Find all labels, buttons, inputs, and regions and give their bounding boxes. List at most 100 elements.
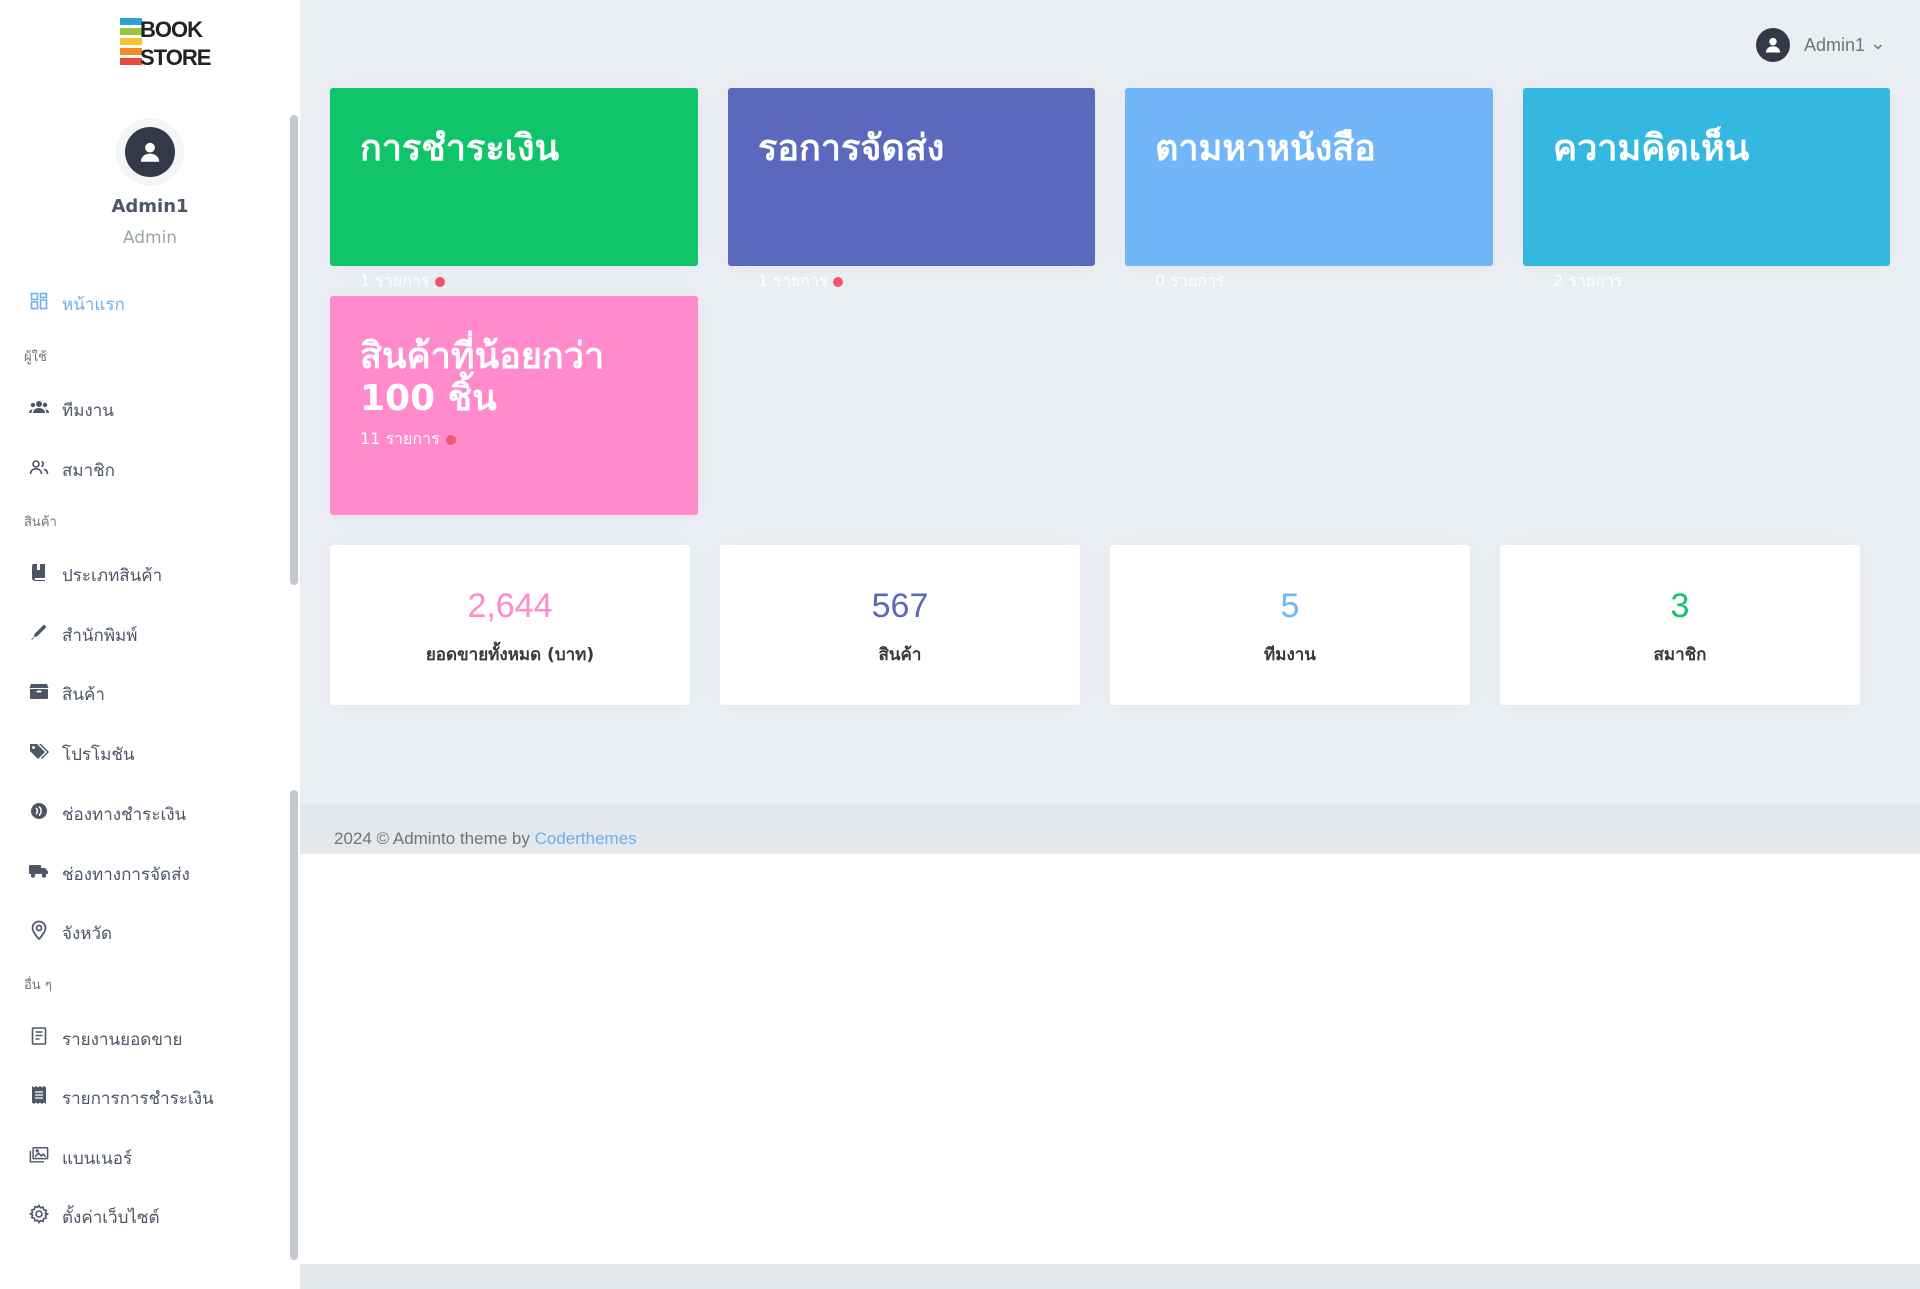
logo-bar	[120, 48, 142, 55]
sidebar-item-promotions[interactable]: โปรโมชัน	[0, 730, 290, 774]
sidebar-item-label: หน้าแรก	[62, 295, 125, 315]
card-count: 11 รายการ	[360, 427, 456, 452]
bottom-strip	[300, 1264, 1920, 1289]
menu-section-title: ผู้ใช้	[24, 350, 47, 365]
sidebar-item-provinces[interactable]: จังหวัด	[0, 909, 290, 953]
card-title: ตามหาหนังสือ	[1155, 128, 1376, 169]
sidebar-item-label: ประเภทสินค้า	[62, 566, 163, 586]
sidebar-scrollbar[interactable]	[290, 790, 298, 1260]
stat-label: สมาชิก	[1653, 645, 1707, 665]
sidebar-item-label: รายงานยอดขาย	[62, 1030, 183, 1050]
sidebar-item-payment-channels[interactable]: ช่องทางชำระเงิน	[0, 790, 290, 834]
stat-value: 567	[871, 587, 929, 625]
notification-dot-icon	[445, 434, 456, 445]
sidebar-item-label: สมาชิก	[62, 461, 115, 481]
images-icon	[29, 1145, 49, 1165]
book-icon	[29, 562, 49, 582]
card-title: ความคิดเห็น	[1553, 128, 1750, 169]
card-count: 1 รายการ	[758, 269, 844, 294]
card-count-text: 1 รายการ	[360, 271, 430, 290]
sidebar-item-label: ช่องทางการจัดส่ง	[62, 865, 190, 885]
map-pin-icon	[29, 920, 49, 940]
logo-bar	[120, 18, 142, 25]
footer-link[interactable]: Coderthemes	[535, 829, 637, 848]
sidebar-item-shipping-channels[interactable]: ช่องทางการจัดส่ง	[0, 850, 290, 894]
members-icon	[29, 457, 49, 477]
sidebar-item-label: ตั้งค่าเว็บไซต์	[62, 1208, 160, 1228]
stat-value: 3	[1670, 587, 1690, 625]
user-name[interactable]: Admin1	[0, 196, 300, 217]
stat-total-sales: 2,644 ยอดขายทั้งหมด (บาท)	[330, 545, 690, 705]
card-payments[interactable]: การชำระเงิน 1 รายการ	[330, 88, 698, 290]
sidebar-item-label: จังหวัด	[62, 924, 113, 944]
topbar-user-menu[interactable]: Admin1	[1756, 28, 1883, 62]
sidebar-item-home[interactable]: หน้าแรก	[0, 280, 290, 324]
sidebar-item-categories[interactable]: ประเภทสินค้า	[0, 551, 290, 595]
user-avatar[interactable]	[116, 118, 184, 186]
sidebar-item-banners[interactable]: แบนเนอร์	[0, 1134, 290, 1178]
card-count-text: 2 รายการ	[1553, 271, 1623, 290]
stat-team: 5 ทีมงาน	[1110, 545, 1470, 705]
sidebar-item-team[interactable]: ทีมงาน	[0, 386, 290, 430]
stat-products: 567 สินค้า	[720, 545, 1080, 705]
footer-text: 2024 © Adminto theme by Coderthemes	[334, 829, 637, 849]
sidebar-item-label: รายการการชำระเงิน	[62, 1089, 214, 1109]
card-title: การชำระเงิน	[360, 128, 560, 169]
stat-label: ทีมงาน	[1264, 645, 1316, 665]
menu-section-title: อื่น ๆ	[24, 978, 52, 993]
sidebar-item-label: ทีมงาน	[62, 401, 114, 421]
pen-icon	[29, 622, 49, 642]
card-count-text: 0 รายการ	[1155, 271, 1225, 290]
logo-text-line2: STORE	[140, 45, 211, 70]
box-icon	[29, 681, 49, 701]
payment-icon	[29, 801, 49, 821]
user-icon	[1756, 28, 1790, 62]
sidebar-scrollbar[interactable]	[290, 115, 298, 585]
sidebar-item-label: ช่องทางชำระเงิน	[62, 805, 187, 825]
sidebar-item-publishers[interactable]: สำนักพิมพ์	[0, 611, 290, 655]
stat-members: 3 สมาชิก	[1500, 545, 1860, 705]
card-count: 0 รายการ	[1155, 269, 1224, 294]
sidebar-item-label: แบนเนอร์	[62, 1149, 133, 1169]
card-count: 1 รายการ	[360, 269, 446, 294]
card-book-requests[interactable]: ตามหาหนังสือ 0 รายการ	[1125, 88, 1493, 290]
sidebar-item-products[interactable]: สินค้า	[0, 670, 290, 714]
card-title: รอการจัดส่ง	[758, 128, 945, 169]
sidebar-item-label: โปรโมชัน	[62, 745, 135, 765]
tags-icon	[29, 741, 49, 761]
logo-bar	[120, 38, 142, 45]
dashboard-icon	[29, 291, 49, 311]
stat-value: 5	[1280, 587, 1300, 625]
sidebar-item-members[interactable]: สมาชิก	[0, 446, 290, 490]
topbar-username: Admin1	[1804, 34, 1866, 55]
user-role: Admin	[122, 228, 178, 248]
notification-dot-icon	[435, 276, 446, 287]
notification-dot-icon	[833, 276, 844, 287]
logo-bar	[120, 28, 142, 35]
sidebar-item-label: สินค้า	[62, 685, 105, 705]
sidebar-item-label: สำนักพิมพ์	[62, 626, 138, 646]
footer-copyright: 2024 © Adminto theme by	[334, 829, 535, 848]
card-title: สินค้าที่น้อยกว่า 100 ชิ้น	[360, 336, 605, 419]
card-count: 2 รายการ	[1553, 269, 1622, 294]
card-count-text: 11 รายการ	[360, 429, 440, 448]
logo-bar	[120, 58, 142, 65]
sidebar-item-sales-report[interactable]: รายงานยอดขาย	[0, 1015, 290, 1059]
card-count-text: 1 รายการ	[758, 271, 828, 290]
card-low-stock[interactable]: สินค้าที่น้อยกว่า 100 ชิ้น 11 รายการ	[330, 296, 698, 515]
logo-text-line1: BOOK	[140, 17, 203, 42]
chevron-down-icon	[1873, 36, 1883, 55]
logo[interactable]: BOOK STORE	[118, 16, 211, 74]
stat-label: ยอดขายทั้งหมด (บาท)	[425, 645, 595, 665]
footer: 2024 © Adminto theme by Coderthemes	[300, 804, 1920, 854]
sidebar-item-site-settings[interactable]: ตั้งค่าเว็บไซต์	[0, 1193, 290, 1237]
menu-section-title: สินค้า	[24, 515, 57, 530]
sidebar-item-payment-list[interactable]: รายการการชำระเงิน	[0, 1074, 290, 1118]
sidebar: BOOK STORE Admin1 Admin หน้าแรก ผู้ใช้ ท…	[0, 0, 300, 1289]
receipt-icon	[29, 1085, 49, 1105]
stat-value: 2,644	[467, 587, 553, 625]
card-comments[interactable]: ความคิดเห็น 2 รายการ	[1523, 88, 1890, 290]
gear-icon	[29, 1204, 49, 1224]
card-awaiting-shipment[interactable]: รอการจัดส่ง 1 รายการ	[728, 88, 1095, 290]
user-icon	[125, 127, 175, 177]
